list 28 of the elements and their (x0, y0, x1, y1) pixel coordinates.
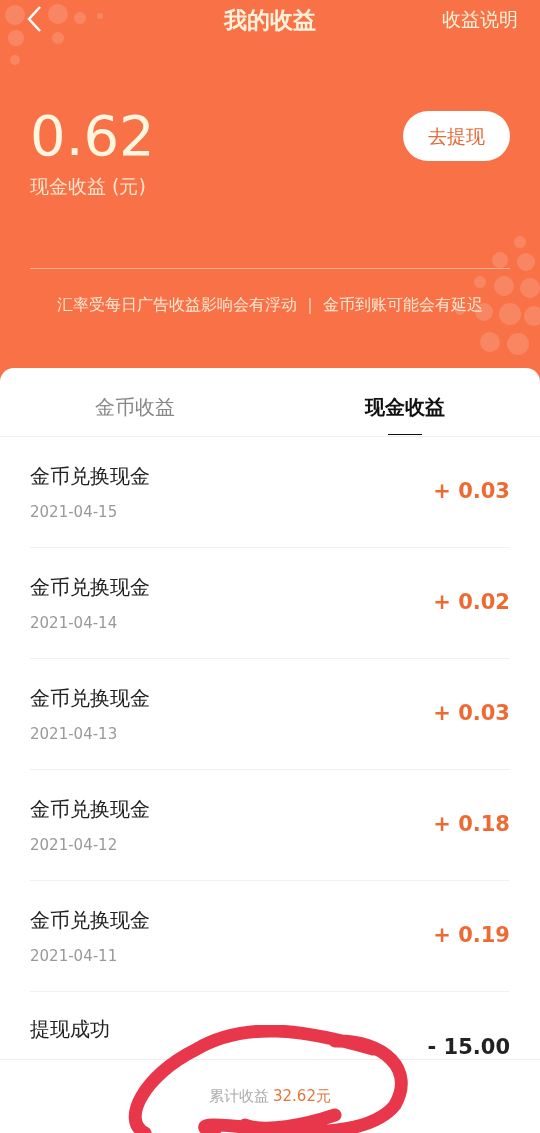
record-amount: + 0.02 (433, 589, 510, 617)
record-title: 金币兑换现金 (30, 684, 150, 712)
record-amount: + 0.19 (433, 922, 510, 950)
back-icon[interactable] (26, 5, 42, 33)
record-title: 金币兑换现金 (30, 906, 150, 934)
balance-label: 现金收益 (元) (30, 174, 147, 199)
total-amount: 32.62元 (273, 1086, 331, 1108)
record-date: 2021-04-14 (30, 612, 119, 634)
record-amount: + 0.18 (433, 811, 510, 839)
record-title: 提现成功 (30, 1016, 110, 1043)
record-amount: - 15.00 (427, 1034, 510, 1061)
withdraw-button[interactable]: 去提现 (403, 111, 510, 161)
record-date: 2021-04-15 (30, 501, 119, 523)
page-title: 我的收益 (224, 7, 316, 33)
record-amount: + 0.03 (433, 478, 510, 506)
record-date: 2021-04-13 (30, 723, 119, 745)
notice-text: 汇率受每日广告收益影响会有浮动 ｜ 金币到账可能会有延迟 (55, 293, 485, 316)
record-title: 金币兑换现金 (30, 462, 150, 490)
total-label: 累计收益 (209, 1086, 269, 1108)
record-amount: + 0.03 (433, 700, 510, 728)
balance-amount: 0.62 (30, 108, 155, 164)
record-title: 金币兑换现金 (30, 795, 150, 823)
help-link[interactable]: 收益说明 (442, 4, 518, 34)
tab[interactable]: 金币收益 (0, 368, 270, 436)
record-title: 金币兑换现金 (30, 573, 150, 601)
record-date: 2021-04-11 (30, 945, 119, 967)
record-date: 2021-04-12 (30, 834, 119, 856)
tab[interactable]: 现金收益 (270, 368, 540, 436)
